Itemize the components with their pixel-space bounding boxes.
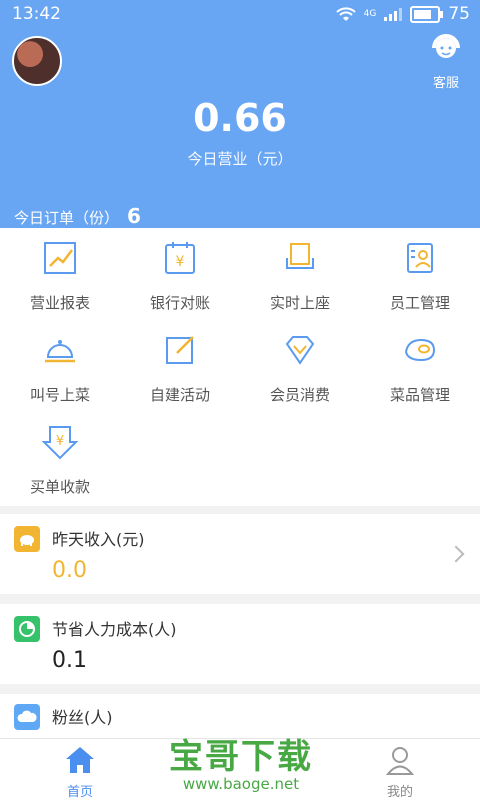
status-icons: 4G 75 <box>335 4 470 24</box>
nav-mine[interactable]: 我的 <box>370 745 430 800</box>
battery-icon <box>410 5 444 23</box>
menu-item-label: 菜品管理 <box>389 386 450 404</box>
today-orders[interactable]: 今日订单（份） 6 <box>14 204 141 228</box>
home-icon <box>66 747 94 773</box>
labor-cost-value: 0.1 <box>52 648 87 673</box>
revenue-header: 客服 0.66 今日营业（元） 今日订单（份） 6 <box>0 28 480 228</box>
bell-icon <box>45 340 75 363</box>
watermark: 宝哥下载 www.baoge.net <box>166 738 316 792</box>
menu-item-label: 买单收款 <box>29 478 90 496</box>
battery-percent: 75 <box>448 4 470 24</box>
function-grid: 营业报表 ¥ 银行对账 实时上座 员工管理 叫号上菜 自建活动 会员消费 菜品管… <box>0 228 480 506</box>
watermark-url: www.baoge.net <box>182 775 300 793</box>
pie-chart-icon <box>14 616 40 642</box>
labor-cost-title: 节省人力成本(人) <box>52 620 177 639</box>
bank-calendar-icon: ¥ <box>165 242 195 274</box>
menu-item-label: 会员消费 <box>269 386 330 404</box>
menu-item-label: 叫号上菜 <box>29 386 90 404</box>
staff-icon <box>407 243 433 273</box>
svg-text:¥: ¥ <box>176 254 185 270</box>
menu-item-label: 实时上座 <box>269 294 330 312</box>
menu-item-payment[interactable]: ¥ 买单收款 <box>0 412 120 502</box>
menu-item-call[interactable]: 叫号上菜 <box>0 320 120 410</box>
menu-item-member[interactable]: 会员消费 <box>240 320 360 410</box>
avatar[interactable] <box>12 36 62 86</box>
menu-item-bank[interactable]: ¥ 银行对账 <box>120 228 240 318</box>
customer-service-button[interactable]: 客服 <box>422 32 470 91</box>
piggy-bank-icon <box>14 526 40 552</box>
fans-card[interactable]: 粉丝(人) <box>0 694 480 738</box>
menu-item-dish[interactable]: 菜品管理 <box>360 320 480 410</box>
today-revenue-label: 今日营业（元） <box>187 150 293 168</box>
yesterday-income-card[interactable]: 昨天收入(元) 0.0 <box>0 514 480 594</box>
watermark-brand: 宝哥下载 <box>169 737 313 777</box>
network-type: 4G <box>363 9 377 19</box>
today-orders-label: 今日订单（份） <box>14 209 120 227</box>
menu-item-label: 银行对账 <box>149 294 210 312</box>
fans-title: 粉丝(人) <box>52 708 113 727</box>
payment-icon: ¥ <box>41 426 79 460</box>
status-time: 13:42 <box>12 4 61 24</box>
labor-cost-card[interactable]: 节省人力成本(人) 0.1 <box>0 604 480 684</box>
yesterday-income-title: 昨天收入(元) <box>52 530 145 549</box>
edit-icon <box>166 336 194 364</box>
diamond-icon <box>285 336 315 365</box>
nav-home[interactable]: 首页 <box>50 745 110 800</box>
wifi-icon <box>335 7 356 21</box>
customer-service-icon <box>432 34 460 58</box>
yesterday-income-value: 0.0 <box>52 558 87 583</box>
svg-text:¥: ¥ <box>56 434 64 449</box>
menu-item-seat[interactable]: 实时上座 <box>240 228 360 318</box>
user-icon <box>385 747 415 775</box>
dish-icon <box>404 338 436 362</box>
today-orders-count: 6 <box>127 204 141 228</box>
menu-item-label: 员工管理 <box>389 294 450 312</box>
chevron-right-icon <box>447 545 465 563</box>
nav-mine-label: 我的 <box>386 785 413 800</box>
report-chart-icon <box>44 242 76 274</box>
menu-item-label: 自建活动 <box>149 386 210 404</box>
menu-item-activity[interactable]: 自建活动 <box>120 320 240 410</box>
menu-item-label: 营业报表 <box>29 294 90 312</box>
menu-item-staff[interactable]: 员工管理 <box>360 228 480 318</box>
menu-item-report[interactable]: 营业报表 <box>0 228 120 318</box>
status-bar: 13:42 4G 75 <box>0 0 480 28</box>
today-revenue-value: 0.66 <box>193 96 287 140</box>
nav-home-label: 首页 <box>66 785 93 800</box>
cloud-icon <box>14 704 40 730</box>
signal-icon <box>384 8 403 21</box>
seat-icon <box>286 243 314 269</box>
customer-service-label: 客服 <box>432 76 459 91</box>
